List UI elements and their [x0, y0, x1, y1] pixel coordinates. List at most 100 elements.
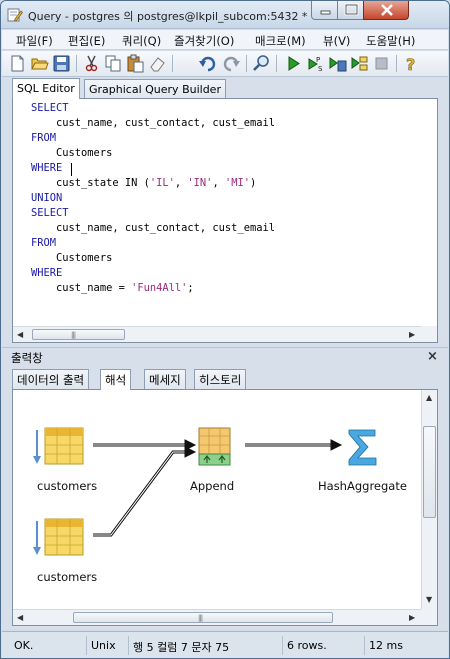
sql-keyword: SELECT: [31, 207, 69, 219]
tab-graphical-query-builder[interactable]: Graphical Query Builder: [84, 79, 226, 99]
scroll-thumb[interactable]: |||: [73, 612, 333, 623]
node-label-append: Append: [190, 479, 235, 493]
tab-sql-editor[interactable]: SQL Editor: [12, 78, 80, 99]
open-folder-icon[interactable]: [30, 54, 49, 73]
scroll-thumb[interactable]: [423, 426, 436, 518]
scroll-down-icon[interactable]: ▼: [426, 595, 432, 604]
scroll-up-icon[interactable]: ▲: [426, 393, 432, 402]
menu-query[interactable]: 쿼리(Q): [122, 33, 161, 49]
grip-icon: |||: [71, 331, 76, 339]
menu-help[interactable]: 도움말(H): [366, 33, 415, 49]
svg-text:?: ?: [406, 55, 415, 73]
scroll-thumb[interactable]: |||: [32, 329, 125, 340]
code-line: WHERE: [31, 161, 275, 176]
svg-text:P: P: [316, 56, 320, 64]
explain-horizontal-scrollbar[interactable]: ◀ ||| ▶: [13, 609, 421, 625]
cut-icon[interactable]: [82, 54, 101, 73]
close-icon: [381, 4, 393, 16]
new-file-icon[interactable]: [8, 54, 27, 73]
status-state: OK.: [14, 639, 34, 652]
help-icon[interactable]: ?: [402, 54, 421, 73]
find-icon[interactable]: [252, 54, 271, 73]
append-node-icon[interactable]: [198, 427, 231, 466]
menu-bar: 파일(F) 편집(E) 쿼리(Q) 즐겨찾기(O) 매크로(M) 뷰(V) 도움…: [2, 30, 448, 50]
explain-diagram: customers customers Append HashAggregate…: [12, 389, 438, 626]
scroll-corner: [421, 326, 437, 342]
scroll-right-icon[interactable]: ▶: [409, 330, 415, 339]
tab-explain[interactable]: 해석: [100, 369, 132, 390]
code-line: SELECT: [31, 206, 275, 221]
sql-text: cust_name =: [31, 282, 132, 294]
toolbar-separator: [76, 55, 77, 72]
execute-icon[interactable]: [284, 54, 303, 73]
code-line: FROM: [31, 131, 275, 146]
menu-view[interactable]: 뷰(V): [323, 33, 350, 49]
menu-favourites[interactable]: 즐겨찾기(O): [174, 33, 234, 49]
menu-macros[interactable]: 매크로(M): [255, 33, 306, 49]
status-execution-time: 12 ms: [364, 636, 442, 655]
eraser-icon[interactable]: [148, 54, 167, 73]
sql-keyword: FROM: [31, 132, 57, 144]
code-line: cust_name, cust_contact, cust_email: [31, 116, 275, 131]
output-close-icon[interactable]: ×: [427, 349, 438, 364]
minimize-icon: [320, 10, 331, 15]
sql-code[interactable]: SELECT cust_name, cust_contact, cust_ema…: [31, 101, 275, 296]
scroll-right-icon[interactable]: ▶: [409, 613, 415, 622]
sql-editor[interactable]: SELECT cust_name, cust_contact, cust_ema…: [12, 98, 438, 343]
menu-file[interactable]: 파일(F): [16, 33, 53, 49]
maximize-button[interactable]: [337, 1, 364, 20]
sql-string-literal: 'MI': [224, 177, 250, 189]
redo-icon[interactable]: [222, 54, 241, 73]
stop-icon[interactable]: [372, 54, 391, 73]
code-line: Customers: [31, 251, 275, 266]
sql-keyword: WHERE: [31, 162, 63, 174]
close-button[interactable]: [363, 1, 409, 20]
scroll-left-icon[interactable]: ◀: [17, 330, 23, 339]
code-line: WHERE: [31, 266, 275, 281]
execute-to-file-icon[interactable]: [328, 54, 347, 73]
node-label-scan: customers: [37, 479, 98, 493]
code-line: cust_name = 'Fun4All';: [31, 282, 194, 294]
window-title: Query - postgres 의 postgres@lkpil_subcom…: [28, 10, 308, 23]
minimize-button[interactable]: [311, 1, 338, 20]
code-line: Customers: [31, 146, 275, 161]
toolbar: PS ?: [2, 51, 448, 77]
code-line: UNION: [31, 191, 275, 206]
query-tool-icon: [7, 8, 23, 22]
toolbar-separator: [396, 55, 397, 72]
explain-vertical-scrollbar[interactable]: ▲ ▼: [421, 390, 437, 609]
sql-keyword: UNION: [31, 192, 63, 204]
sql-text: Customers: [31, 252, 113, 264]
code-line: cust_name, cust_contact, cust_email: [31, 221, 275, 236]
sql-text: cust_name, cust_contact, cust_email: [31, 222, 275, 234]
sql-text: cust_state IN (: [31, 177, 150, 189]
editor-horizontal-scrollbar[interactable]: ◀ ||| ▶: [13, 326, 421, 342]
tab-history[interactable]: 히스토리: [194, 369, 247, 389]
undo-icon[interactable]: [198, 54, 217, 73]
tab-data-output[interactable]: 데이터의 출력: [12, 369, 90, 389]
node-label-scan: customers: [37, 570, 98, 584]
sql-text: Customers: [31, 147, 113, 159]
toolbar-separator: [276, 55, 277, 72]
explain-icon[interactable]: [350, 54, 369, 73]
copy-icon[interactable]: [104, 54, 123, 73]
save-icon[interactable]: [52, 54, 71, 73]
title-bar: Query - postgres 의 postgres@lkpil_subcom…: [1, 1, 449, 29]
sql-string-literal: 'IN': [187, 177, 213, 189]
paste-icon[interactable]: [126, 54, 145, 73]
status-cursor-position: 행 5 컬럼 7 문자 75: [128, 636, 282, 655]
sigma-aggregate-icon[interactable]: [348, 429, 377, 466]
seq-scan-icon[interactable]: [33, 518, 84, 556]
node-label-hashaggregate: HashAggregate: [318, 479, 407, 493]
output-pane: 출력창 × 데이터의 출력 해석 메세지 히스토리 customers cust…: [2, 347, 448, 629]
menu-edit[interactable]: 편집(E): [68, 33, 105, 49]
scroll-left-icon[interactable]: ◀: [17, 613, 23, 622]
tab-messages[interactable]: 메세지: [144, 369, 186, 389]
status-row-count: 6 rows.: [282, 636, 364, 655]
toolbar-separator: [172, 55, 173, 72]
code-line: FROM: [31, 236, 275, 251]
sql-text: cust_name, cust_contact, cust_email: [31, 117, 275, 129]
output-pane-title: 출력창: [11, 351, 43, 365]
seq-scan-icon[interactable]: [33, 427, 84, 465]
execute-pgscript-icon[interactable]: PS: [306, 54, 325, 73]
